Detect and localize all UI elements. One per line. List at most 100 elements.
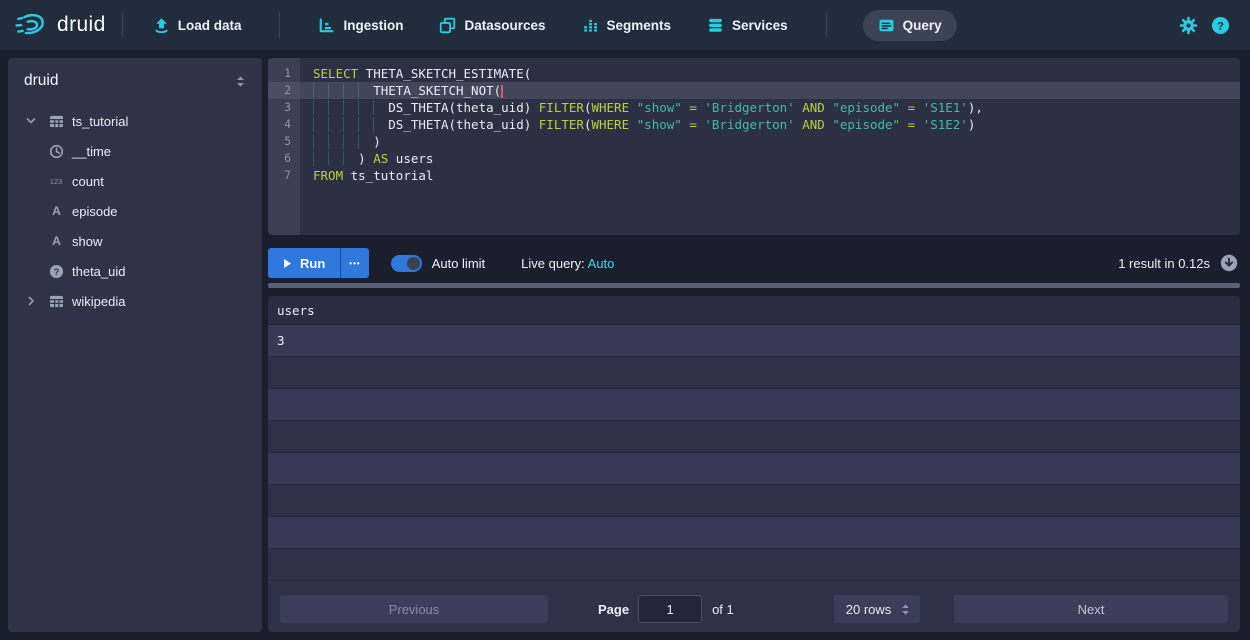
top-navbar: druid Load data Ingestion Datasources Segme… [0, 0, 1250, 50]
query-editor[interactable]: 1SELECT THETA_SKETCH_ESTIMATE(2 THETA_SK… [268, 58, 1240, 235]
tree-item-wikipedia[interactable]: wikipedia [8, 286, 262, 316]
code-text: DS_THETA(theta_uid) FILTER(WHERE "show" … [300, 99, 983, 116]
table-row[interactable]: 3 [268, 325, 1240, 357]
brand-name: druid [57, 13, 106, 37]
string-icon: A [46, 234, 66, 248]
run-button[interactable]: Run [268, 248, 340, 278]
chevron-right-icon [22, 295, 40, 307]
code-line-4: 4 DS_THETA(theta_uid) FILTER(WHERE "show… [268, 116, 1240, 133]
text-cursor [501, 85, 503, 98]
table-row-empty [268, 357, 1240, 389]
nav-item-label: Services [732, 18, 788, 33]
nav-item-segments[interactable]: Segments [580, 10, 674, 41]
line-number: 1 [268, 65, 300, 82]
schema-sidebar: druid ts_tutorial__time123countAepisodeA… [8, 58, 262, 632]
upload-icon [153, 17, 170, 34]
nav-item-load-data[interactable]: Load data [151, 10, 244, 41]
live-query-label: Live query: Auto [521, 256, 614, 271]
run-more-button[interactable]: ••• [340, 248, 368, 278]
svg-text:123: 123 [50, 177, 63, 186]
navbar-right: ? [1179, 16, 1236, 35]
tree-item-count[interactable]: 123 count [8, 166, 262, 196]
table-cell[interactable]: 3 [268, 333, 285, 348]
code-text: ) [300, 133, 381, 150]
table-icon [46, 295, 66, 308]
navbar-divider [122, 12, 123, 38]
unknown-icon: ? [46, 264, 66, 279]
tree-item-label: count [72, 174, 104, 189]
next-page-button[interactable]: Next [954, 595, 1228, 623]
tree-item-label: theta_uid [72, 264, 126, 279]
page-size-value: 20 rows [846, 602, 892, 617]
run-toolbar: Run ••• Auto limit Live query: Auto 1 re… [268, 241, 1240, 285]
code-line-7: 7FROM ts_tutorial [268, 167, 1240, 184]
run-button-label: Run [300, 256, 325, 271]
result-summary: 1 result in 0.12s [1118, 256, 1210, 271]
auto-limit-toggle[interactable] [391, 255, 422, 272]
download-icon[interactable] [1220, 254, 1238, 272]
table-row-empty [268, 549, 1240, 581]
datasource-tree: ts_tutorial __time 123 count AepisodeAshow? t… [8, 100, 262, 316]
auto-limit-label: Auto limit [432, 256, 485, 271]
code-text: SELECT THETA_SKETCH_ESTIMATE( [300, 65, 531, 82]
query-view: 1SELECT THETA_SKETCH_ESTIMATE(2 THETA_SK… [268, 58, 1240, 632]
svg-text:A: A [52, 234, 61, 248]
tree-item-label: ts_tutorial [72, 114, 128, 129]
live-query-value[interactable]: Auto [588, 256, 615, 271]
nav-item-services[interactable]: Services [705, 10, 790, 41]
page-of-label: of 1 [712, 602, 734, 617]
code-line-1: 1SELECT THETA_SKETCH_ESTIMATE( [268, 65, 1240, 82]
play-icon [283, 258, 292, 269]
svg-text:A: A [52, 204, 61, 218]
tree-item-show[interactable]: Ashow [8, 226, 262, 256]
svg-text:?: ? [1217, 20, 1224, 32]
table-icon [46, 115, 66, 128]
results-panel: users 3 Previous Page of 1 20 rows Next [268, 296, 1240, 632]
line-number: 4 [268, 116, 300, 133]
live-query-caption: Live query: [521, 256, 585, 271]
nav-item-label: Ingestion [343, 18, 403, 33]
navbar-items: Load data Ingestion Datasources Segments Ser… [151, 10, 957, 41]
page-number-input[interactable] [638, 595, 702, 623]
tree-item-label: __time [72, 144, 111, 159]
code-text: FROM ts_tutorial [300, 167, 433, 184]
segments-icon [582, 17, 599, 34]
nav-item-label: Segments [607, 18, 672, 33]
line-number: 6 [268, 150, 300, 167]
pagination-bar: Previous Page of 1 20 rows Next [268, 586, 1240, 632]
nav-item-label: Query [903, 18, 942, 33]
code-line-2: 2 THETA_SKETCH_NOT( [268, 82, 1240, 99]
tree-item-episode[interactable]: Aepisode [8, 196, 262, 226]
run-button-group: Run ••• [268, 248, 369, 278]
double-caret-icon [235, 75, 246, 88]
chevron-down-icon [22, 115, 40, 127]
svg-text:?: ? [53, 266, 59, 276]
results-header-row: users [268, 296, 1240, 325]
help-icon[interactable]: ? [1211, 16, 1230, 35]
table-row-empty [268, 389, 1240, 421]
navbar-divider [279, 12, 280, 38]
tree-item-__time[interactable]: __time [8, 136, 262, 166]
nav-item-datasources[interactable]: Datasources [437, 10, 547, 41]
string-icon: A [46, 204, 66, 218]
nav-item-ingestion[interactable]: Ingestion [316, 10, 405, 41]
nav-item-label: Datasources [464, 18, 545, 33]
tree-item-ts_tutorial[interactable]: ts_tutorial [8, 106, 262, 136]
schema-selector[interactable]: druid [8, 58, 262, 100]
column-header-users[interactable]: users [268, 303, 315, 318]
druid-logo-icon [14, 11, 48, 39]
nav-item-query[interactable]: Query [863, 10, 957, 41]
datasources-icon [439, 17, 456, 34]
table-row-empty [268, 485, 1240, 517]
tree-item-theta_uid[interactable]: ? theta_uid [8, 256, 262, 286]
page-size-select[interactable]: 20 rows [834, 595, 921, 623]
code-text: THETA_SKETCH_NOT( [300, 82, 503, 99]
pane-splitter[interactable] [268, 283, 1240, 288]
results-rows: 3 [268, 325, 1240, 581]
table-row-empty [268, 517, 1240, 549]
druid-home-link[interactable]: druid [14, 11, 106, 39]
gear-icon[interactable] [1179, 16, 1198, 35]
code-text: DS_THETA(theta_uid) FILTER(WHERE "show" … [300, 116, 975, 133]
previous-page-button[interactable]: Previous [280, 595, 548, 623]
code-text: ) AS users [300, 150, 433, 167]
